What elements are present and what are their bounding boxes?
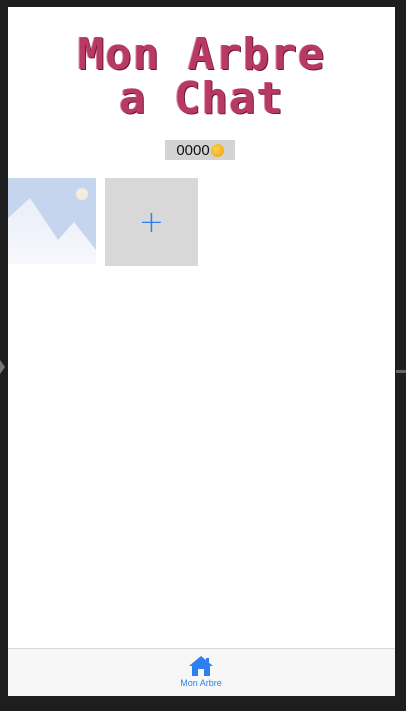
left-edge-handle <box>0 360 5 374</box>
app-screen: Mon Arbre a Chat 0000 + Mon Arbre <box>8 7 395 696</box>
app-title: Mon Arbre a Chat <box>8 33 395 121</box>
coin-count: 0000 <box>176 141 210 159</box>
image-placeholder-tile[interactable] <box>8 178 98 266</box>
coin-counter: 0000 <box>165 140 235 160</box>
app-title-line2: a Chat <box>119 73 284 124</box>
add-tree-button[interactable]: + <box>105 178 198 266</box>
image-placeholder-icon <box>8 178 96 264</box>
tab-bar: Mon Arbre <box>8 648 395 696</box>
right-edge-handle <box>396 370 406 373</box>
app-title-line1: Mon Arbre <box>77 29 326 80</box>
tab-mon-arbre[interactable]: Mon Arbre <box>168 655 234 695</box>
home-icon <box>189 656 213 676</box>
tab-label: Mon Arbre <box>180 678 222 688</box>
bottom-frame <box>0 696 406 711</box>
coin-icon <box>210 143 224 157</box>
plus-icon: + <box>138 204 165 240</box>
